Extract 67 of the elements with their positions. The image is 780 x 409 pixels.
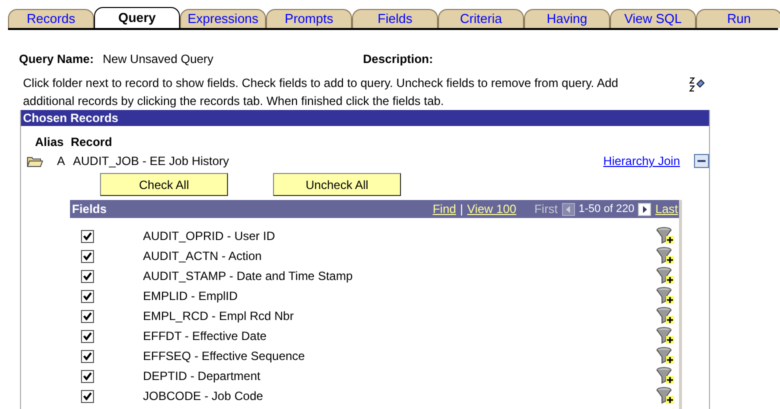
- field-label: Query Name:: [19, 52, 94, 66]
- add-criteria-icon[interactable]: [656, 267, 676, 285]
- folder-icon[interactable]: [27, 155, 43, 167]
- add-criteria-icon[interactable]: [656, 347, 676, 365]
- field-name: AUDIT_OPRID - User ID: [143, 229, 276, 243]
- check-icon: [83, 392, 92, 400]
- last-link[interactable]: Last: [655, 202, 678, 216]
- action-button[interactable]: Check All: [100, 173, 228, 196]
- add-criteria-icon[interactable]: [656, 387, 676, 405]
- checkbox[interactable]: [81, 230, 94, 242]
- column-header: Alias: [35, 135, 64, 151]
- checkbox[interactable]: [81, 350, 94, 362]
- tab[interactable]: Prompts: [266, 9, 352, 28]
- first-label: First: [534, 202, 558, 216]
- action-button[interactable]: Uncheck All: [273, 173, 401, 196]
- column-header: Record: [70, 135, 112, 151]
- check-icon: [83, 252, 92, 260]
- record-alias: A: [57, 154, 66, 168]
- checkbox[interactable]: [81, 310, 94, 322]
- checkbox[interactable]: [81, 270, 94, 282]
- hierarchy-join-link[interactable]: Hierarchy Join: [603, 154, 680, 168]
- tab[interactable]: Fields: [352, 9, 438, 28]
- add-criteria-icon[interactable]: [656, 327, 676, 345]
- tab[interactable]: Criteria: [438, 9, 524, 28]
- check-icon: [83, 272, 92, 280]
- check-icon: [83, 352, 92, 360]
- panel-header: Chosen Records: [21, 110, 709, 126]
- checkbox[interactable]: [81, 370, 94, 382]
- field-value: New Unsaved Query: [102, 52, 214, 66]
- range-text: 1-50 of 220: [578, 203, 634, 215]
- sort-icon[interactable]: [689, 76, 705, 92]
- check-icon: [83, 332, 92, 340]
- field-name: EFFSEQ - Effective Sequence: [143, 349, 306, 363]
- add-criteria-icon[interactable]: [656, 307, 676, 325]
- checkbox[interactable]: [81, 330, 94, 342]
- checkbox[interactable]: [81, 390, 94, 402]
- add-criteria-icon[interactable]: [656, 247, 676, 265]
- checkbox[interactable]: [81, 250, 94, 262]
- checkbox[interactable]: [81, 290, 94, 302]
- check-icon: [83, 372, 92, 380]
- field-name: DEPTID - Department: [143, 369, 262, 383]
- view-all-link[interactable]: View 100: [467, 202, 516, 216]
- tab[interactable]: Run: [696, 9, 780, 28]
- collapse-icon[interactable]: [694, 154, 709, 168]
- tab[interactable]: Query: [94, 7, 180, 28]
- tab[interactable]: View SQL: [610, 9, 696, 28]
- tab[interactable]: Expressions: [180, 9, 266, 28]
- separator-text: |: [460, 202, 464, 216]
- tab[interactable]: Records: [8, 9, 94, 28]
- check-icon: [83, 232, 92, 240]
- check-icon: [83, 292, 92, 300]
- add-criteria-icon[interactable]: [656, 287, 676, 305]
- field-name: EMPL_RCD - Empl Rcd Nbr: [143, 309, 295, 323]
- field-name: EMPLID - EmplID: [143, 289, 239, 303]
- field-name: AUDIT_STAMP - Date and Time Stamp: [143, 269, 354, 283]
- tab[interactable]: Having: [524, 9, 610, 28]
- check-icon: [83, 312, 92, 320]
- record-name: AUDIT_JOB - EE Job History: [73, 154, 230, 168]
- grid-title: Fields: [72, 202, 107, 216]
- find-link[interactable]: Find: [432, 202, 456, 216]
- add-criteria-icon[interactable]: [656, 367, 676, 385]
- add-criteria-icon[interactable]: [656, 227, 676, 245]
- field-name: EFFDT - Effective Date: [143, 329, 268, 343]
- instructions-text: Click folder next to record to show fields. Check fields to add to query. Uncheck fields to remove from query. Add additional records by clicking the records tab. When finished click the fields tab.: [23, 75, 620, 110]
- field-name: JOBCODE - Job Code: [143, 389, 264, 403]
- field-label: Description:: [363, 52, 434, 66]
- field-name: AUDIT_ACTN - Action: [143, 249, 263, 263]
